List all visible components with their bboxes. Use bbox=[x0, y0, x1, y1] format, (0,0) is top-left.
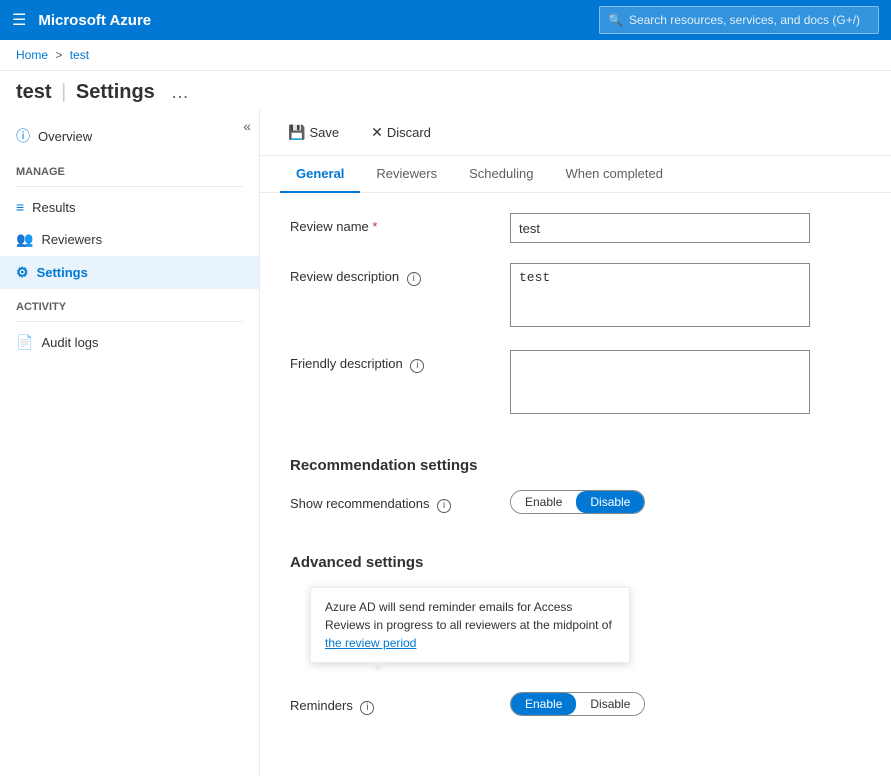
reminders-disable[interactable]: Disable bbox=[576, 693, 644, 715]
advanced-heading: Advanced settings bbox=[290, 554, 861, 571]
sidebar-item-audit-logs[interactable]: 📄 Audit logs bbox=[0, 326, 259, 359]
save-button[interactable]: 💾 Save bbox=[280, 120, 347, 145]
sidebar-label-results: Results bbox=[32, 200, 75, 215]
search-placeholder: Search resources, services, and docs (G+… bbox=[629, 13, 860, 27]
friendly-description-control bbox=[510, 350, 810, 417]
show-recommendations-enable[interactable]: Enable bbox=[511, 491, 576, 513]
hamburger-icon[interactable]: ☰ bbox=[12, 10, 26, 30]
review-name-label: Review name * bbox=[290, 213, 490, 234]
discard-icon: ✕ bbox=[371, 124, 383, 141]
app-title: Microsoft Azure bbox=[38, 12, 587, 29]
advanced-settings: Advanced settings Azure AD will send rem… bbox=[260, 554, 891, 756]
tooltip-arrow-down bbox=[366, 677, 382, 685]
review-description-control: test bbox=[510, 263, 810, 330]
review-description-label: Review description i bbox=[290, 263, 490, 286]
tooltip-arrow-border bbox=[369, 662, 387, 671]
reminders-label: Reminders i bbox=[290, 692, 490, 715]
sidebar-item-reviewers[interactable]: 👥 Reviewers bbox=[0, 223, 259, 256]
sidebar-item-results[interactable]: ≡ Results bbox=[0, 191, 259, 223]
form-row-reminders: Reminders i Enable Disable bbox=[290, 692, 861, 716]
form-row-review-name: Review name * bbox=[290, 213, 861, 243]
tooltip-text: Azure AD will send reminder emails for A… bbox=[325, 600, 612, 632]
settings-title: Settings bbox=[76, 81, 155, 103]
search-bar[interactable]: 🔍 Search resources, services, and docs (… bbox=[599, 6, 879, 34]
friendly-description-label: Friendly description i bbox=[290, 350, 490, 373]
form-general: Review name * Review description i test bbox=[260, 193, 891, 457]
form-row-show-recommendations: Show recommendations i Enable Disable bbox=[290, 490, 861, 514]
sidebar-divider-1 bbox=[16, 186, 243, 187]
title-separator: | bbox=[61, 81, 66, 103]
reminders-toggle: Enable Disable bbox=[510, 692, 645, 716]
sidebar-label-audit-logs: Audit logs bbox=[41, 335, 98, 350]
review-description-info-icon[interactable]: i bbox=[407, 272, 421, 286]
sidebar-collapse-button[interactable]: « bbox=[243, 118, 251, 134]
friendly-description-textarea[interactable] bbox=[510, 350, 810, 414]
sidebar-section-manage: Manage bbox=[0, 154, 259, 182]
sidebar-label-settings: Settings bbox=[37, 265, 88, 280]
tab-scheduling[interactable]: Scheduling bbox=[453, 156, 549, 193]
resource-name: test bbox=[16, 81, 52, 103]
breadcrumb-current[interactable]: test bbox=[70, 48, 89, 62]
required-indicator: * bbox=[372, 219, 377, 234]
page-title: test | Settings bbox=[16, 81, 155, 104]
review-description-textarea[interactable]: test bbox=[510, 263, 810, 327]
show-recommendations-toggle: Enable Disable bbox=[510, 490, 645, 514]
tooltip-popup: Azure AD will send reminder emails for A… bbox=[310, 587, 630, 663]
tab-when-completed[interactable]: When completed bbox=[549, 156, 679, 193]
sidebar-label-overview: Overview bbox=[38, 129, 92, 144]
content-area: 💾 Save ✕ Discard General Reviewers Sched… bbox=[260, 110, 891, 776]
friendly-description-info-icon[interactable]: i bbox=[410, 359, 424, 373]
reminders-info-icon[interactable]: i bbox=[360, 701, 374, 715]
results-icon: ≡ bbox=[16, 199, 24, 215]
tab-reviewers[interactable]: Reviewers bbox=[360, 156, 453, 193]
toolbar: 💾 Save ✕ Discard bbox=[260, 110, 891, 156]
page-header: test | Settings … bbox=[0, 71, 891, 110]
reviewers-icon: 👥 bbox=[16, 231, 33, 248]
review-name-input[interactable] bbox=[510, 213, 810, 243]
audit-logs-icon: 📄 bbox=[16, 334, 33, 351]
show-recommendations-info-icon[interactable]: i bbox=[437, 499, 451, 513]
reminders-control: Enable Disable bbox=[510, 692, 810, 716]
tooltip-link[interactable]: the review period bbox=[325, 636, 416, 650]
save-label: Save bbox=[309, 125, 339, 140]
breadcrumb: Home > test bbox=[0, 40, 891, 71]
breadcrumb-home[interactable]: Home bbox=[16, 48, 48, 62]
save-icon: 💾 bbox=[288, 124, 305, 141]
discard-label: Discard bbox=[387, 125, 431, 140]
tabs: General Reviewers Scheduling When comple… bbox=[260, 156, 891, 193]
settings-icon: ⚙ bbox=[16, 264, 29, 281]
tab-general[interactable]: General bbox=[280, 156, 360, 193]
sidebar-section-activity: Activity bbox=[0, 289, 259, 317]
sidebar-item-settings[interactable]: ⚙ Settings bbox=[0, 256, 259, 289]
form-row-review-description: Review description i test bbox=[290, 263, 861, 330]
top-nav: ☰ Microsoft Azure 🔍 Search resources, se… bbox=[0, 0, 891, 40]
breadcrumb-separator: > bbox=[55, 48, 62, 62]
review-name-control bbox=[510, 213, 810, 243]
search-icon: 🔍 bbox=[608, 13, 623, 27]
reminders-enable[interactable]: Enable bbox=[511, 693, 576, 715]
form-row-friendly-description: Friendly description i bbox=[290, 350, 861, 417]
sidebar-label-reviewers: Reviewers bbox=[41, 232, 102, 247]
show-recommendations-control: Enable Disable bbox=[510, 490, 810, 514]
show-recommendations-label: Show recommendations i bbox=[290, 490, 490, 513]
recommendation-heading: Recommendation settings bbox=[290, 457, 861, 474]
sidebar: « ⓘ Overview Manage ≡ Results 👥 Reviewer… bbox=[0, 110, 260, 776]
sidebar-item-overview[interactable]: ⓘ Overview bbox=[0, 118, 259, 154]
recommendation-settings: Recommendation settings Show recommendat… bbox=[260, 457, 891, 554]
info-icon: ⓘ bbox=[16, 126, 30, 146]
more-options-button[interactable]: … bbox=[171, 82, 191, 103]
main-layout: « ⓘ Overview Manage ≡ Results 👥 Reviewer… bbox=[0, 110, 891, 776]
discard-button[interactable]: ✕ Discard bbox=[363, 120, 439, 145]
sidebar-divider-2 bbox=[16, 321, 243, 322]
show-recommendations-disable[interactable]: Disable bbox=[576, 491, 644, 513]
